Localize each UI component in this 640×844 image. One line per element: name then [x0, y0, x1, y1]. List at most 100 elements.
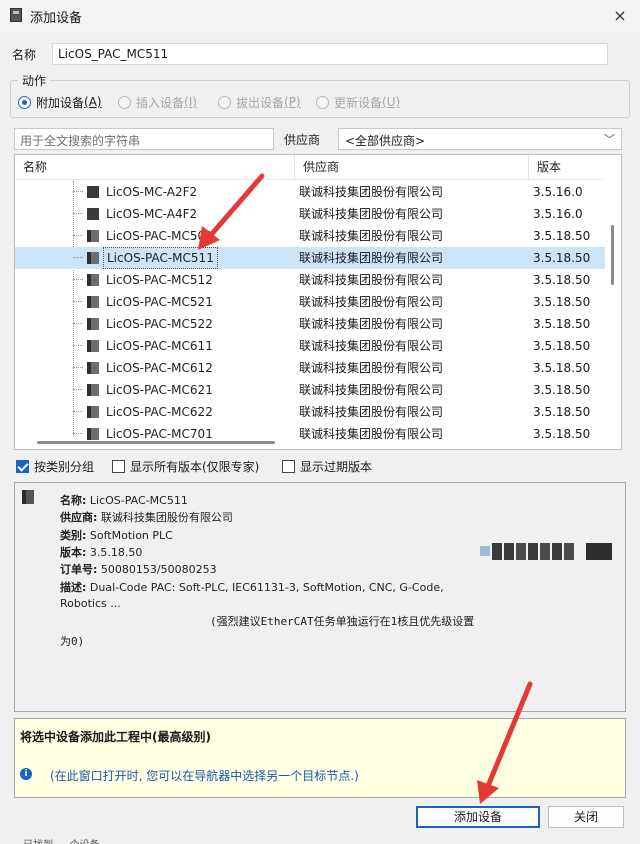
window-close-icon[interactable]: ×: [604, 2, 636, 30]
checkbox-label: 显示所有版本(仅限专家): [130, 459, 260, 474]
header-divider: [15, 179, 605, 180]
device-version: 3.5.18.50: [533, 405, 591, 419]
group-by-category-checkbox[interactable]: 按类别分组: [16, 458, 94, 474]
device-vendor: 联诚科技集团股份有限公司: [299, 361, 444, 375]
tree-connector: [73, 301, 83, 302]
radio-label: 更新设备: [334, 95, 383, 110]
radio-shortcut: (P): [284, 95, 301, 109]
window-title: 添加设备: [30, 11, 83, 26]
info-name-row: 名称: LicOS-PAC-MC511: [60, 492, 188, 508]
device-row[interactable]: LicOS-PAC-MC622 联诚科技集团股份有限公司 3.5.18.50: [15, 401, 605, 423]
column-header-version[interactable]: 版本: [529, 155, 605, 179]
close-button[interactable]: 关闭: [548, 806, 624, 828]
show-all-versions-checkbox[interactable]: 显示所有版本(仅限专家): [112, 458, 259, 474]
info-desc-row: 描述: Dual-Code PAC: Soft-PLC, IEC61131-3,…: [60, 579, 444, 595]
radio-unplug-device[interactable]: 拔出设备 (P): [218, 94, 301, 110]
column-header-vendor[interactable]: 供应商: [295, 155, 529, 179]
device-row[interactable]: LicOS-PAC-MC501 联诚科技集团股份有限公司 3.5.18.50: [15, 225, 605, 247]
device-vendor: 联诚科技集团股份有限公司: [299, 295, 444, 309]
device-vendor: 联诚科技集团股份有限公司: [299, 317, 444, 331]
tree-connector: [73, 411, 83, 412]
device-version: 3.5.18.50: [533, 295, 591, 309]
device-row[interactable]: LicOS-PAC-MC511 联诚科技集团股份有限公司 3.5.18.50: [15, 247, 605, 269]
device-icon: [87, 186, 99, 198]
checkbox-icon: [112, 459, 125, 473]
title-bar: [0, 0, 640, 32]
device-vendor: 联诚科技集团股份有限公司: [299, 339, 444, 353]
info-label: 类别:: [60, 529, 87, 542]
info-version-row: 版本: 3.5.18.50: [60, 544, 142, 560]
pac-device-icon: [87, 428, 99, 440]
pac-device-icon: [87, 274, 99, 286]
tree-connector: [73, 367, 83, 368]
chevron-down-icon[interactable]: ﹀: [604, 131, 615, 147]
info-label: 描述:: [60, 581, 87, 594]
device-row[interactable]: LicOS-PAC-MC611 联诚科技集团股份有限公司 3.5.18.50: [15, 335, 605, 357]
device-name: LicOS-PAC-MC621: [106, 383, 213, 397]
pac-device-icon: [87, 362, 99, 374]
column-header-name[interactable]: 名称: [15, 155, 295, 179]
app-icon: [10, 8, 22, 22]
info-label: 名称:: [60, 494, 87, 507]
device-row[interactable]: LicOS-MC-A2F2 联诚科技集团股份有限公司 3.5.16.0: [15, 181, 605, 203]
radio-label: 插入设备: [136, 95, 185, 110]
device-vendor: 联诚科技集团股份有限公司: [299, 251, 444, 265]
checkbox-label: 显示过期版本: [300, 459, 373, 474]
info-icon: i: [20, 768, 32, 780]
device-name: LicOS-MC-A2F2: [106, 185, 198, 199]
radio-dot-icon: [218, 95, 231, 109]
pac-device-icon: [87, 384, 99, 396]
device-version: 3.5.18.50: [533, 427, 591, 441]
tree-connector: [73, 323, 83, 324]
info-value: 3.5.18.50: [89, 546, 143, 559]
add-device-button[interactable]: 添加设备: [416, 806, 540, 828]
info-desc-row-2: Robotics ...: [60, 597, 121, 610]
device-row[interactable]: LicOS-PAC-MC621 联诚科技集团股份有限公司 3.5.18.50: [15, 379, 605, 401]
device-vendor: 联诚科技集团股份有限公司: [299, 405, 444, 419]
info-category-row: 类别: SoftMotion PLC: [60, 527, 173, 543]
device-vendor: 联诚科技集团股份有限公司: [299, 273, 444, 287]
tree-connector: [73, 345, 83, 346]
info-value: 50080153/50080253: [100, 563, 217, 576]
hint-text: (在此窗口打开时, 您可以在导航器中选择另一个目标节点.): [50, 769, 359, 783]
device-name: LicOS-PAC-MC512: [106, 273, 213, 287]
tree-connector: [73, 191, 83, 192]
checkbox-label: 按类别分组: [34, 459, 95, 474]
status-bar: … 已找到 … 个设备 …: [0, 834, 640, 844]
device-vendor: 联诚科技集团股份有限公司: [299, 427, 444, 441]
radio-label: 附加设备: [36, 95, 85, 110]
device-row[interactable]: LicOS-PAC-MC512 联诚科技集团股份有限公司 3.5.18.50: [15, 269, 605, 291]
device-name: LicOS-MC-A4F2: [106, 207, 198, 221]
device-row[interactable]: LicOS-MC-A4F2 联诚科技集团股份有限公司 3.5.16.0: [15, 203, 605, 225]
info-note: (强烈建议EtherCAT任务单独运行在1核且优先级设置为0): [60, 615, 475, 648]
device-row[interactable]: LicOS-PAC-MC521 联诚科技集团股份有限公司 3.5.18.50: [15, 291, 605, 313]
radio-shortcut: (U): [382, 95, 401, 109]
radio-update-device[interactable]: 更新设备 (U): [316, 94, 400, 110]
pac-device-icon: [87, 318, 99, 330]
vertical-scrollbar[interactable]: [611, 225, 614, 285]
name-input[interactable]: LicOS_PAC_MC511: [52, 43, 608, 65]
device-vendor: 联诚科技集团股份有限公司: [299, 383, 444, 397]
device-vendor: 联诚科技集团股份有限公司: [299, 229, 444, 243]
radio-append-device[interactable]: 附加设备 (A): [18, 94, 102, 110]
tree-connector: [73, 433, 83, 434]
device-row[interactable]: LicOS-PAC-MC612 联诚科技集团股份有限公司 3.5.18.50: [15, 357, 605, 379]
device-name: LicOS-PAC-MC501: [106, 229, 213, 243]
device-module-strip-icon: [480, 543, 612, 560]
device-name: LicOS-PAC-MC611: [106, 339, 213, 353]
radio-dot-icon: [118, 95, 131, 109]
horizontal-scrollbar[interactable]: [37, 441, 275, 444]
device-row[interactable]: LicOS-PAC-MC522 联诚科技集团股份有限公司 3.5.18.50: [15, 313, 605, 335]
device-vendor: 联诚科技集团股份有限公司: [299, 207, 444, 221]
device-version: 3.5.18.50: [533, 251, 591, 265]
device-list[interactable]: 名称 供应商 版本 LicOS-MC-A2F2 联诚科技集团股份有限公司 3.5.1…: [14, 154, 622, 450]
radio-dot-icon: [316, 95, 329, 109]
show-outdated-checkbox[interactable]: 显示过期版本: [282, 458, 372, 474]
info-label: 版本:: [60, 546, 87, 559]
device-version: 3.5.18.50: [533, 383, 591, 397]
search-input[interactable]: 用于全文搜索的字符串: [14, 128, 274, 150]
hint-title: 将选中设备添加此工程中(最高级别): [20, 730, 211, 744]
pac-device-icon: [87, 296, 99, 308]
vendor-select[interactable]: <全部供应商>: [338, 128, 622, 150]
radio-insert-device[interactable]: 插入设备 (I): [118, 94, 197, 110]
